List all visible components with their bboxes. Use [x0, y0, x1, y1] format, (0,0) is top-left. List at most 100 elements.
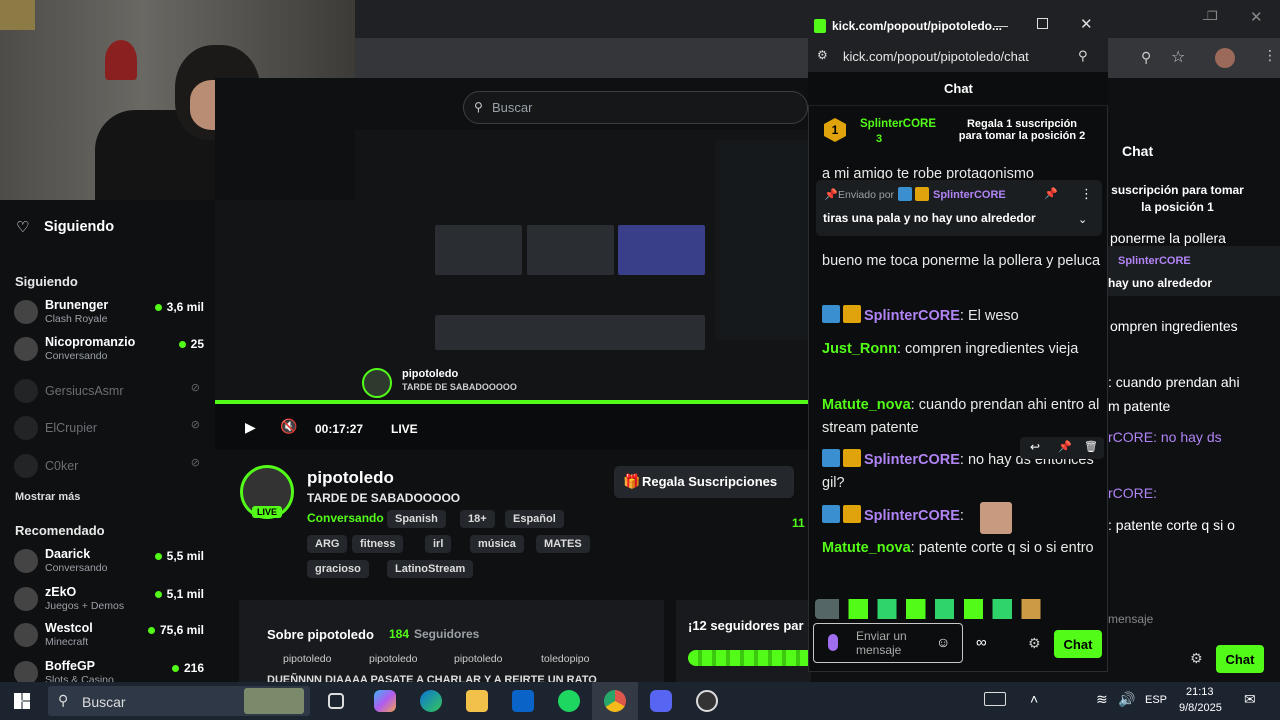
stream-tag[interactable]: ARG	[307, 535, 348, 553]
pinned-message[interactable]: 📌 Enviado por SplinterCORE 📌 ⋮ tiras una…	[816, 180, 1102, 236]
instagram-social-link[interactable]: pipotoledo	[369, 653, 417, 665]
youtube-social-link[interactable]: pipotoledo	[454, 653, 502, 665]
chat-username[interactable]: SplinterCORE	[864, 452, 960, 468]
top-gifter-name[interactable]: SplinterCORE	[860, 118, 936, 130]
chat-username[interactable]: Matute_nova	[822, 540, 911, 556]
following-title[interactable]: Siguiendo	[44, 219, 114, 235]
file-explorer-icon[interactable]	[466, 690, 488, 712]
pin-message-icon[interactable]: 📌	[1058, 440, 1072, 453]
obs-icon[interactable]	[696, 690, 718, 712]
settings-gear-icon[interactable]: ⚙	[1190, 650, 1203, 667]
emote-picker-icon[interactable]: ∞	[976, 634, 987, 651]
popout-titlebar: kick.com/popout/pipotoledo... — ✕	[808, 12, 1108, 42]
offline-eye-icon: ⊘	[190, 382, 200, 394]
gift-subscriptions-button[interactable]: 🎁 Regala Suscripciones	[614, 466, 794, 498]
chat-username[interactable]: Matute_nova	[822, 397, 911, 413]
chat-username[interactable]: Just_Ronn	[822, 341, 897, 357]
mute-icon[interactable]: 🔇	[280, 418, 297, 435]
stream-tag[interactable]: LatinoStream	[387, 560, 474, 578]
sidebar-following-item[interactable]: GersiucsAsmr ⊘	[14, 375, 204, 407]
avatar	[14, 549, 38, 573]
keyboard-icon[interactable]	[984, 692, 1006, 706]
stream-tag[interactable]: gracioso	[307, 560, 369, 578]
sidebar-recommended-item[interactable]: zEkO Juegos + Demos 5,1 mil	[14, 583, 204, 615]
menu-dots-icon[interactable]: ⋮	[1263, 47, 1277, 64]
viewer-count: 75,6 mil	[148, 623, 204, 637]
emoji-icon[interactable]: ☺	[936, 634, 950, 650]
microphone-icon[interactable]	[828, 634, 838, 651]
sidebar-following-item[interactable]: Brunenger Clash Royale 3,6 mil	[14, 296, 204, 328]
channel-name[interactable]: pipotoledo	[307, 468, 394, 488]
bookmark-star-icon[interactable]: ☆	[1171, 47, 1185, 67]
bg-chat-line: rCORE: no hay ds	[1108, 429, 1222, 445]
stream-tag[interactable]: MATES	[536, 535, 590, 553]
search-bar[interactable]: ⚲ Buscar	[463, 91, 808, 124]
tray-language[interactable]: ESP	[1145, 694, 1167, 706]
restore-icon[interactable]: ❐	[1207, 9, 1218, 23]
video-player[interactable]: pipotoledo TARDE DE SABADOOOOO	[355, 130, 810, 400]
wifi-icon[interactable]: ≋	[1096, 691, 1108, 708]
popout-close-icon[interactable]: ✕	[1080, 15, 1093, 33]
sidebar-following-item[interactable]: Nicopromanzio Conversando 25	[14, 333, 204, 365]
sidebar-recommended-item[interactable]: Westcol Minecraft 75,6 mil	[14, 619, 204, 651]
pinned-menu-icon[interactable]: ⋮	[1080, 186, 1093, 202]
stream-tag[interactable]: irl	[425, 535, 452, 553]
delete-icon[interactable]: 🗑	[1084, 440, 1098, 453]
unpin-icon[interactable]: 📌	[1044, 187, 1058, 200]
popout-zoom-icon[interactable]: ⚲	[1078, 48, 1088, 64]
viewer-count: 216	[172, 661, 204, 675]
stream-category[interactable]: Conversando	[307, 511, 384, 525]
chat-send-button[interactable]: Chat	[1054, 630, 1102, 658]
edge-icon[interactable]	[420, 690, 442, 712]
site-settings-icon[interactable]: ⚙	[817, 48, 828, 62]
stream-tag[interactable]: música	[470, 535, 524, 553]
pinned-user: SplinterCORE	[933, 189, 1006, 201]
windows-start-icon[interactable]	[14, 693, 30, 709]
discord-icon[interactable]	[650, 690, 672, 712]
chat-input[interactable]: Enviar un mensaje ☺	[813, 623, 963, 663]
popout-settings-gear-icon[interactable]: ⚙	[1028, 635, 1041, 652]
chat-username[interactable]: SplinterCORE	[864, 308, 960, 324]
x-social-link[interactable]: pipotoledo	[283, 653, 331, 665]
bg-chat-line: m patente	[1108, 398, 1171, 414]
task-view-icon[interactable]	[328, 693, 344, 709]
sidebar-following-item[interactable]: C0ker ⊘	[14, 450, 204, 482]
top-gifter-count: 3	[876, 133, 883, 145]
popout-maximize-icon[interactable]	[1037, 18, 1048, 29]
profile-avatar[interactable]	[1215, 48, 1235, 68]
copilot-icon[interactable]	[374, 690, 396, 712]
bg-chat-input-placeholder[interactable]: mensaje	[1108, 612, 1153, 626]
sidebar-following-item[interactable]: ElCrupier ⊘	[14, 412, 204, 444]
stream-tag[interactable]: Español	[505, 510, 564, 528]
stream-tag[interactable]: 18+	[460, 510, 495, 528]
follower-goal-bar	[688, 650, 811, 666]
stream-tag[interactable]: fitness	[352, 535, 404, 553]
tiktok-social-link[interactable]: toledopipo	[541, 653, 589, 665]
message-actions: ↩ 📌 🗑	[1020, 437, 1104, 459]
popout-url[interactable]: kick.com/popout/pipotoledo/chat	[843, 49, 1029, 64]
expand-chevron-icon[interactable]: ⌄	[1078, 213, 1087, 226]
chat-username[interactable]: SplinterCORE	[864, 508, 960, 524]
kick-logo-icon	[814, 19, 826, 33]
bg-chat-send-button[interactable]: Chat	[1216, 645, 1264, 673]
followers-label: Seguidores	[414, 627, 480, 641]
tray-chevron-icon[interactable]: ˄	[1030, 691, 1038, 707]
zoom-icon[interactable]: ⚲	[1141, 49, 1151, 66]
show-more-link[interactable]: Mostrar más	[15, 491, 80, 503]
outlook-icon[interactable]	[512, 690, 534, 712]
channel-name: BoffeGP	[45, 659, 95, 673]
gift-icon: 🎁	[623, 473, 641, 489]
volume-icon[interactable]: 🔊	[1118, 691, 1135, 708]
notification-icon[interactable]: ✉	[1244, 691, 1256, 708]
channel-name: GersiucsAsmr	[45, 384, 124, 398]
spotify-icon[interactable]	[558, 690, 580, 712]
popout-minimize-icon[interactable]: —	[994, 17, 1008, 33]
emote-avatar-1	[980, 502, 1012, 534]
play-icon[interactable]: ▶	[245, 419, 256, 436]
taskbar-search[interactable]: ⚲ Buscar	[48, 686, 310, 716]
sidebar-recommended-item[interactable]: Daarick Conversando 5,5 mil	[14, 545, 204, 577]
stream-tag[interactable]: Spanish	[387, 510, 446, 528]
close-icon[interactable]: ✕	[1250, 8, 1263, 26]
channel-name: Brunenger	[45, 298, 109, 312]
reply-icon[interactable]: ↩	[1030, 440, 1040, 454]
